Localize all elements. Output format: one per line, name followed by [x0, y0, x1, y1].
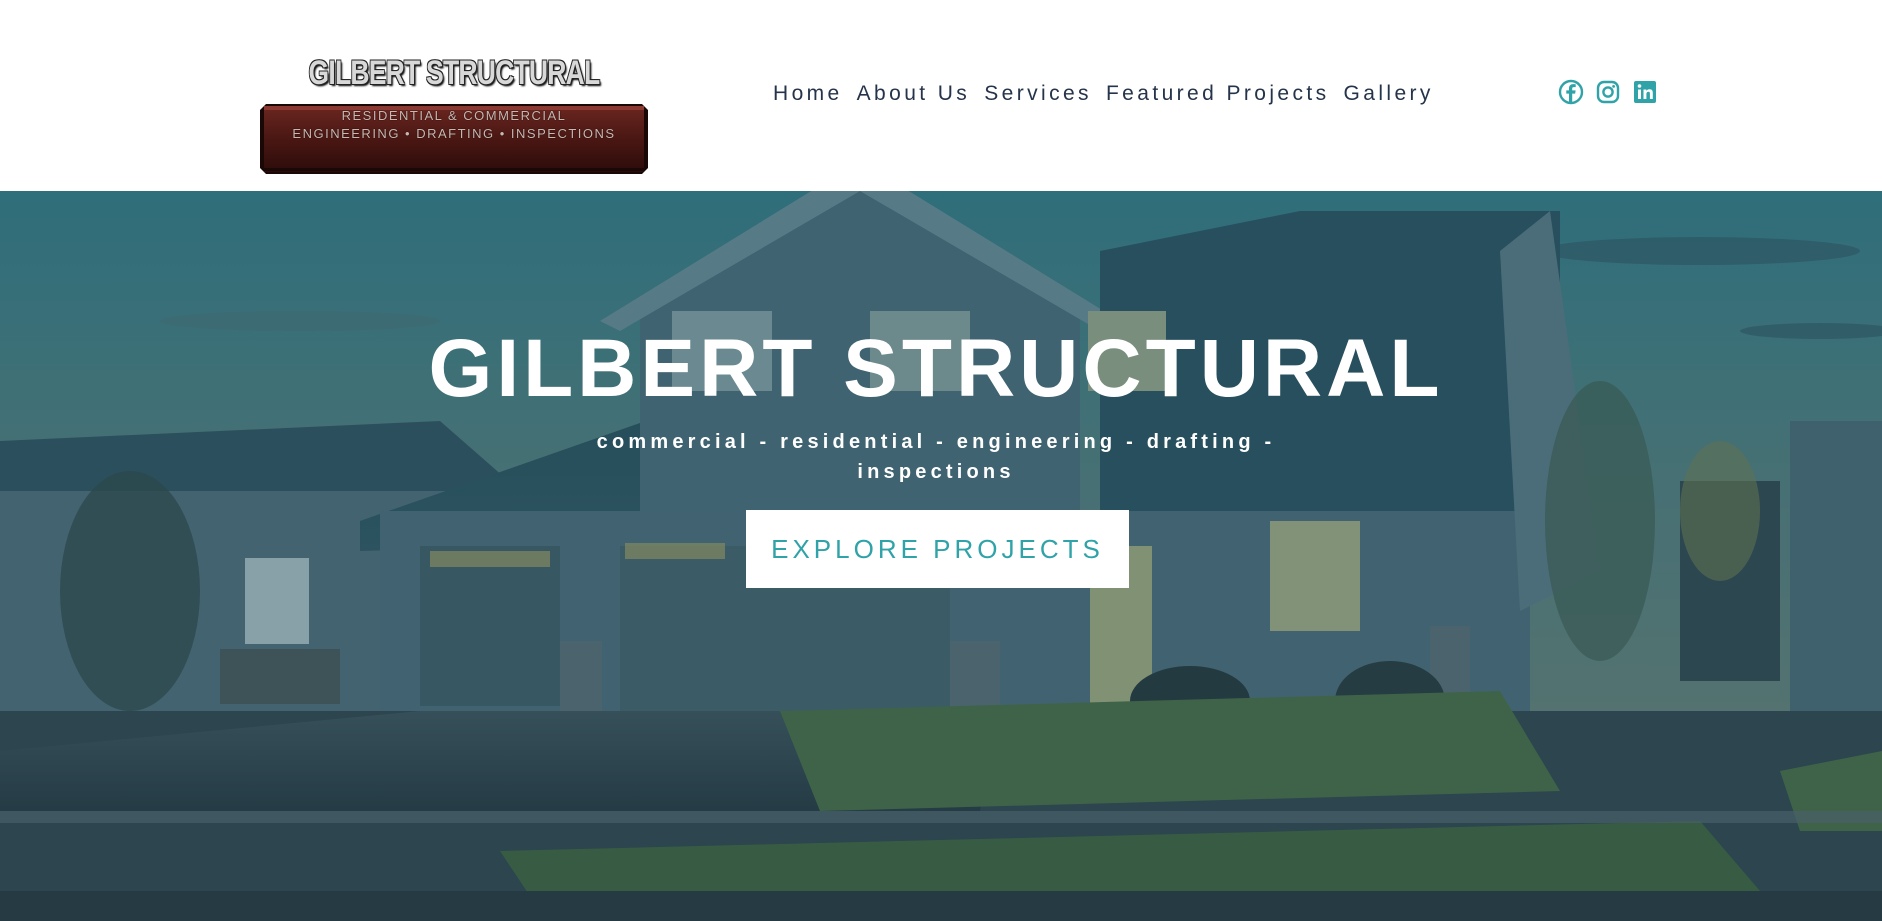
instagram-icon[interactable]	[1595, 79, 1621, 105]
site-header: GILBERT STRUCTURAL RESIDENTIAL & COMMERC…	[0, 0, 1882, 191]
hero-section: GILBERT STRUCTURAL commercial - resident…	[0, 191, 1882, 921]
nav-item-gallery[interactable]: Gallery	[1344, 80, 1434, 108]
logo-title: GILBERT STRUCTURAL	[308, 53, 601, 92]
linkedin-icon[interactable]	[1632, 79, 1658, 105]
logo-tagline-2: ENGINEERING • DRAFTING • INSPECTIONS	[292, 126, 616, 141]
facebook-icon[interactable]	[1558, 79, 1584, 105]
logo-tagline-1: RESIDENTIAL & COMMERCIAL	[341, 108, 567, 123]
nav-item-featured-projects[interactable]: Featured Projects	[1106, 80, 1330, 108]
nav-item-home[interactable]: Home	[773, 80, 843, 108]
main-nav: Home About Us Services Featured Projects…	[773, 80, 1448, 108]
social-links	[1558, 79, 1658, 105]
nav-item-about-us[interactable]: About Us	[857, 80, 971, 108]
hero-subtitle: commercial - residential - engineering -…	[596, 431, 1276, 483]
site-logo[interactable]: GILBERT STRUCTURAL RESIDENTIAL & COMMERC…	[256, 52, 652, 174]
explore-projects-button[interactable]: EXPLORE PROJECTS	[746, 510, 1129, 588]
logo-beam-graphic	[258, 82, 650, 206]
hero-title: GILBERT STRUCTURAL	[428, 323, 1444, 414]
nav-item-services[interactable]: Services	[984, 80, 1092, 108]
